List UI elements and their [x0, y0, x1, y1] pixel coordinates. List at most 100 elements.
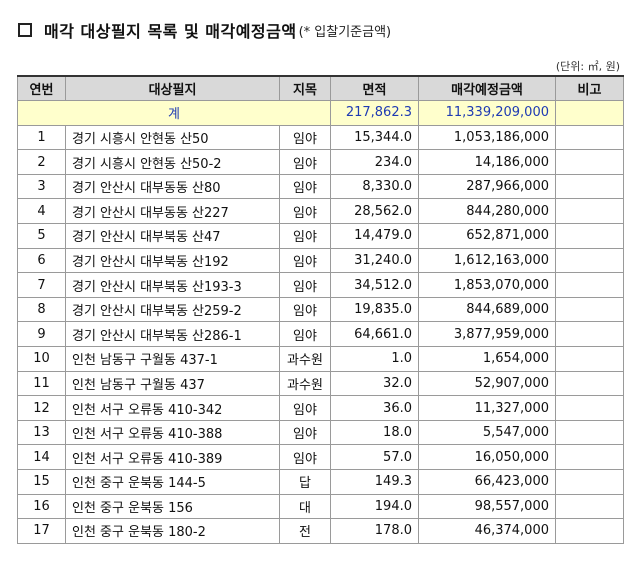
cell-area: 34,512.0 — [330, 272, 419, 298]
total-area: 217,862.3 — [330, 100, 419, 126]
cell-no: 2 — [17, 149, 66, 175]
table-row: 6 경기 안산시 대부북동 산192 임야 31,240.0 1,612,163,000 — [17, 247, 624, 274]
cell-area: 14,479.0 — [330, 223, 419, 249]
col-header-type: 지목 — [279, 75, 331, 102]
col-header-area: 면적 — [330, 75, 419, 102]
cell-parcel: 경기 안산시 대부동동 산227 — [65, 198, 280, 225]
cell-amount: 14,186,000 — [418, 149, 556, 175]
cell-parcel: 경기 안산시 대부동동 산80 — [65, 173, 280, 200]
parcel-table: 연번 대상필지 지목 면적 매각예정금액 비고 계 217,862.3 11,3… — [17, 75, 624, 544]
total-note — [555, 100, 624, 126]
cell-type: 임야 — [279, 272, 331, 298]
cell-area: 8,330.0 — [330, 173, 419, 200]
cell-type: 임야 — [279, 223, 331, 249]
cell-area: 32.0 — [330, 370, 419, 397]
total-label: 계 — [17, 100, 331, 126]
cell-no: 1 — [17, 124, 66, 151]
table-row: 5 경기 안산시 대부북동 산47 임야 14,479.0 652,871,000 — [17, 223, 624, 249]
cell-type: 임야 — [279, 395, 331, 421]
cell-amount: 5,547,000 — [418, 419, 556, 446]
cell-area: 178.0 — [330, 518, 419, 544]
cell-note — [555, 469, 624, 495]
cell-type: 과수원 — [279, 370, 331, 397]
table-row: 16 인천 중구 운북동 156 대 194.0 98,557,000 — [17, 493, 624, 520]
cell-type: 임야 — [279, 124, 331, 151]
cell-note — [555, 247, 624, 274]
cell-area: 18.0 — [330, 419, 419, 446]
cell-type: 임야 — [279, 419, 331, 446]
cell-type: 과수원 — [279, 346, 331, 372]
cell-note — [555, 444, 624, 470]
cell-type: 답 — [279, 469, 331, 495]
table-row: 1 경기 시흥시 안현동 산50 임야 15,344.0 1,053,186,000 — [17, 124, 624, 151]
table-row: 13 인천 서구 오류동 410-388 임야 18.0 5,547,000 — [17, 419, 624, 446]
cell-amount: 66,423,000 — [418, 469, 556, 495]
cell-parcel: 인천 남동구 구월동 437-1 — [65, 346, 280, 372]
cell-note — [555, 223, 624, 249]
cell-no: 9 — [17, 321, 66, 348]
cell-no: 16 — [17, 493, 66, 520]
cell-parcel: 인천 중구 운북동 180-2 — [65, 518, 280, 544]
cell-area: 149.3 — [330, 469, 419, 495]
cell-area: 36.0 — [330, 395, 419, 421]
cell-no: 12 — [17, 395, 66, 421]
table-row: 11 인천 남동구 구월동 437 과수원 32.0 52,907,000 — [17, 370, 624, 397]
col-header-amount: 매각예정금액 — [418, 75, 556, 102]
cell-amount: 3,877,959,000 — [418, 321, 556, 348]
table-row: 15 인천 중구 운북동 144-5 답 149.3 66,423,000 — [17, 469, 624, 495]
cell-note — [555, 173, 624, 200]
table-row: 2 경기 시흥시 안현동 산50-2 임야 234.0 14,186,000 — [17, 149, 624, 175]
cell-amount: 1,654,000 — [418, 346, 556, 372]
cell-note — [555, 518, 624, 544]
cell-note — [555, 321, 624, 348]
cell-no: 3 — [17, 173, 66, 200]
cell-no: 13 — [17, 419, 66, 446]
cell-type: 대 — [279, 493, 331, 520]
cell-parcel: 경기 시흥시 안현동 산50-2 — [65, 149, 280, 175]
cell-amount: 844,689,000 — [418, 296, 556, 323]
checkbox-icon — [18, 23, 32, 37]
cell-parcel: 경기 시흥시 안현동 산50 — [65, 124, 280, 151]
cell-no: 4 — [17, 198, 66, 225]
cell-amount: 287,966,000 — [418, 173, 556, 200]
cell-area: 19,835.0 — [330, 296, 419, 323]
cell-area: 57.0 — [330, 444, 419, 470]
cell-no: 8 — [17, 296, 66, 323]
document-title: 매각 대상필지 목록 및 매각예정금액 (* 입찰기준금액) — [18, 14, 391, 46]
cell-no: 15 — [17, 469, 66, 495]
cell-parcel: 경기 안산시 대부북동 산192 — [65, 247, 280, 274]
col-header-note: 비고 — [555, 75, 624, 102]
col-header-no: 연번 — [17, 75, 66, 102]
cell-amount: 1,612,163,000 — [418, 247, 556, 274]
cell-amount: 16,050,000 — [418, 444, 556, 470]
table-row: 17 인천 중구 운북동 180-2 전 178.0 46,374,000 — [17, 518, 624, 544]
table-row: 8 경기 안산시 대부북동 산259-2 임야 19,835.0 844,689,000 — [17, 296, 624, 323]
table-row: 10 인천 남동구 구월동 437-1 과수원 1.0 1,654,000 — [17, 346, 624, 372]
cell-no: 14 — [17, 444, 66, 470]
table-header-row: 연번 대상필지 지목 면적 매각예정금액 비고 — [17, 75, 624, 102]
cell-note — [555, 493, 624, 520]
cell-no: 6 — [17, 247, 66, 274]
title-main: 매각 대상필지 목록 및 매각예정금액 — [44, 22, 297, 41]
cell-type: 임야 — [279, 247, 331, 274]
cell-type: 전 — [279, 518, 331, 544]
cell-parcel: 경기 안산시 대부북동 산286-1 — [65, 321, 280, 348]
cell-parcel: 경기 안산시 대부북동 산259-2 — [65, 296, 280, 323]
cell-parcel: 인천 서구 오류동 410-342 — [65, 395, 280, 421]
cell-type: 임야 — [279, 296, 331, 323]
cell-area: 194.0 — [330, 493, 419, 520]
total-row: 계 217,862.3 11,339,209,000 — [17, 100, 624, 126]
cell-amount: 11,327,000 — [418, 395, 556, 421]
cell-parcel: 경기 안산시 대부북동 산47 — [65, 223, 280, 249]
table-row: 9 경기 안산시 대부북동 산286-1 임야 64,661.0 3,877,959,0… — [17, 321, 624, 348]
total-amount: 11,339,209,000 — [418, 100, 556, 126]
unit-note: (단위: ㎡, 원) — [555, 60, 620, 73]
cell-amount: 1,053,186,000 — [418, 124, 556, 151]
cell-area: 234.0 — [330, 149, 419, 175]
cell-no: 10 — [17, 346, 66, 372]
cell-no: 5 — [17, 223, 66, 249]
table-row: 7 경기 안산시 대부북동 산193-3 임야 34,512.0 1,853,070,0… — [17, 272, 624, 298]
cell-parcel: 경기 안산시 대부북동 산193-3 — [65, 272, 280, 298]
title-subnote: (* 입찰기준금액) — [298, 24, 392, 40]
cell-area: 15,344.0 — [330, 124, 419, 151]
